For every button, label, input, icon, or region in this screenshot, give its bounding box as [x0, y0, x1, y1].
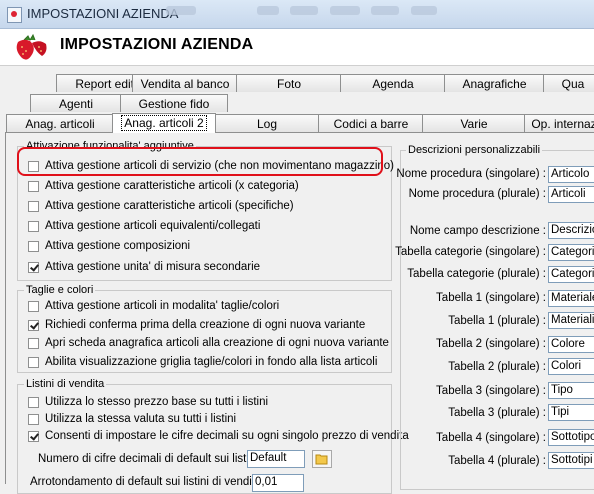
field-label: Tabella 3 (singolare) :	[436, 385, 546, 397]
field-label: Tabella 1 (plurale) :	[448, 315, 546, 327]
checkbox-caratteristiche-categoria[interactable]: Attiva gestione caratteristiche articoli…	[28, 180, 299, 192]
field-nome-procedura-plurale[interactable]: Articoli	[548, 186, 594, 203]
strawberry-icon	[16, 33, 47, 60]
field-tabella2-singolare[interactable]: Colore	[548, 336, 594, 353]
checkbox-label: Utilizza lo stesso prezzo base su tutti …	[45, 396, 269, 408]
arrotondamento-field[interactable]: 0,01	[252, 474, 304, 492]
checkbox-label: Attiva gestione caratteristiche articoli…	[45, 200, 294, 212]
header-banner: IMPOSTAZIONI AZIENDA	[0, 29, 594, 66]
folder-button[interactable]	[312, 450, 332, 468]
checkbox-box[interactable]	[28, 356, 39, 368]
field-label: Nome procedura (plurale) :	[408, 188, 546, 200]
group-descrizioni-label: Descrizioni personalizzabili	[406, 144, 543, 156]
checkbox-box[interactable]	[28, 413, 39, 425]
checkbox-box[interactable]	[28, 220, 39, 232]
checkbox-label: Utilizza la stessa valuta su tutti i lis…	[45, 413, 237, 425]
tab-gestione-fido[interactable]: Gestione fido	[120, 94, 228, 112]
field-label: Tabella categorie (singolare) :	[395, 246, 546, 258]
checkbox-box[interactable]	[28, 240, 39, 252]
field-label: Tabella 2 (singolare) :	[436, 338, 546, 350]
tab-foto[interactable]: Foto	[236, 74, 342, 92]
tab-op-internaz[interactable]: Op. internaz	[524, 114, 594, 132]
group-listini-label: Listini di vendita	[24, 378, 107, 390]
checkbox-label: Attiva gestione unita' di misura seconda…	[45, 261, 261, 273]
tab-qua[interactable]: Qua	[543, 74, 594, 92]
checkbox-label: Abilita visualizzazione griglia taglie/c…	[45, 356, 378, 368]
tab-codici-a-barre[interactable]: Codici a barre	[318, 114, 424, 132]
field-label: Nome procedura (singolare) :	[396, 168, 546, 180]
field-label: Nome campo descrizione :	[409, 225, 546, 237]
checkbox-articoli-equivalenti[interactable]: Attiva gestione articoli equivalenti/col…	[28, 220, 260, 232]
checkbox-label: Attiva gestione composizioni	[45, 240, 191, 252]
arrotondamento-label: Arrotondamento di default sui listini di…	[30, 476, 268, 488]
checkbox-label: Consenti di impostare le cifre decimali …	[45, 430, 409, 442]
checkbox-composizioni[interactable]: Attiva gestione composizioni	[28, 240, 190, 252]
blurred-menu	[257, 6, 279, 15]
checkbox-box[interactable]	[28, 300, 39, 312]
tab-anagrafiche[interactable]: Anagrafiche	[444, 74, 545, 92]
field-label: Tabella 2 (plurale) :	[448, 361, 546, 373]
checkbox-box[interactable]	[28, 200, 39, 212]
blurred-menu	[371, 6, 399, 15]
checkbox-stesso-prezzo[interactable]: Utilizza lo stesso prezzo base su tutti …	[28, 396, 268, 408]
checkbox-box[interactable]	[28, 261, 39, 273]
tab-varie[interactable]: Varie	[422, 114, 526, 132]
checkbox-stessa-valuta[interactable]: Utilizza la stessa valuta su tutti i lis…	[28, 413, 236, 425]
app-icon	[7, 7, 22, 23]
tab-anag-articoli-2[interactable]: Anag. articoli 2	[112, 113, 216, 133]
field-label: Tabella 4 (plurale) :	[448, 455, 546, 467]
red-highlight-annotation	[17, 147, 383, 176]
checkbox-label: Attiva gestione caratteristiche articoli…	[45, 180, 299, 192]
checkbox-label: Apri scheda anagrafica articoli alla cre…	[45, 337, 389, 349]
header-title: IMPOSTAZIONI AZIENDA	[60, 36, 254, 53]
field-tabella3-plurale[interactable]: Tipi	[548, 404, 594, 421]
blurred-menu	[411, 6, 437, 15]
checkbox-cifre-decimali[interactable]: Consenti di impostare le cifre decimali …	[28, 430, 409, 442]
field-label: Tabella 4 (singolare) :	[436, 432, 546, 444]
checkbox-box[interactable]	[28, 430, 39, 442]
checkbox-label: Richiedi conferma prima della creazione …	[45, 319, 366, 331]
blurred-menu	[166, 6, 196, 15]
tab-agenti[interactable]: Agenti	[30, 94, 122, 112]
decimali-field[interactable]: Default	[247, 450, 305, 468]
checkbox-unita-misura-secondarie[interactable]: Attiva gestione unita' di misura seconda…	[28, 261, 260, 273]
decimali-label: Numero di cifre decimali di default sui …	[38, 453, 265, 465]
field-nome-procedura-singolare[interactable]: Articolo	[548, 166, 594, 183]
checkbox-label: Attiva gestione articoli equivalenti/col…	[45, 220, 261, 232]
checkbox-box[interactable]	[28, 337, 39, 349]
folder-icon	[315, 454, 328, 465]
checkbox-taglie-colori[interactable]: Attiva gestione articoli in modalita' ta…	[28, 300, 279, 312]
checkbox-box[interactable]	[28, 396, 39, 408]
field-label: Tabella 3 (plurale) :	[448, 407, 546, 419]
checkbox-box[interactable]	[28, 180, 39, 192]
field-categorie-plurale[interactable]: Categorie	[548, 266, 594, 283]
field-tabella4-plurale[interactable]: Sottotipi	[548, 452, 594, 469]
field-tabella2-plurale[interactable]: Colori	[548, 358, 594, 375]
checkbox-apri-scheda[interactable]: Apri scheda anagrafica articoli alla cre…	[28, 337, 389, 349]
tab-label: Anag. articoli 2	[121, 115, 207, 131]
window-title-bar: IMPOSTAZIONI AZIENDA	[0, 0, 594, 29]
blurred-menu	[330, 6, 360, 15]
field-label: Tabella 1 (singolare) :	[436, 292, 546, 304]
field-label: Tabella categorie (plurale) :	[407, 268, 546, 280]
tab-log[interactable]: Log	[214, 114, 320, 132]
checkbox-caratteristiche-specifiche[interactable]: Attiva gestione caratteristiche articoli…	[28, 200, 294, 212]
field-tabella1-plurale[interactable]: Materiali	[548, 312, 594, 329]
field-tabella4-singolare[interactable]: Sottotipo	[548, 429, 594, 446]
checkbox-box[interactable]	[28, 319, 39, 331]
tab-anag-articoli[interactable]: Anag. articoli	[6, 114, 114, 132]
window-title: IMPOSTAZIONI AZIENDA	[27, 6, 179, 21]
field-tabella3-singolare[interactable]: Tipo	[548, 382, 594, 399]
tab-vendita-al-banco[interactable]: Vendita al banco	[132, 74, 238, 92]
field-tabella1-singolare[interactable]: Materiale	[548, 290, 594, 307]
checkbox-conferma-variante[interactable]: Richiedi conferma prima della creazione …	[28, 319, 365, 331]
checkbox-griglia-taglie[interactable]: Abilita visualizzazione griglia taglie/c…	[28, 356, 377, 368]
blurred-menu	[290, 6, 318, 15]
checkbox-label: Attiva gestione articoli in modalita' ta…	[45, 300, 280, 312]
field-categorie-singolare[interactable]: Categoria	[548, 244, 594, 261]
field-nome-campo-descrizione[interactable]: Descrizio	[548, 222, 594, 239]
group-taglie-label: Taglie e colori	[24, 284, 96, 296]
tab-agenda[interactable]: Agenda	[340, 74, 446, 92]
